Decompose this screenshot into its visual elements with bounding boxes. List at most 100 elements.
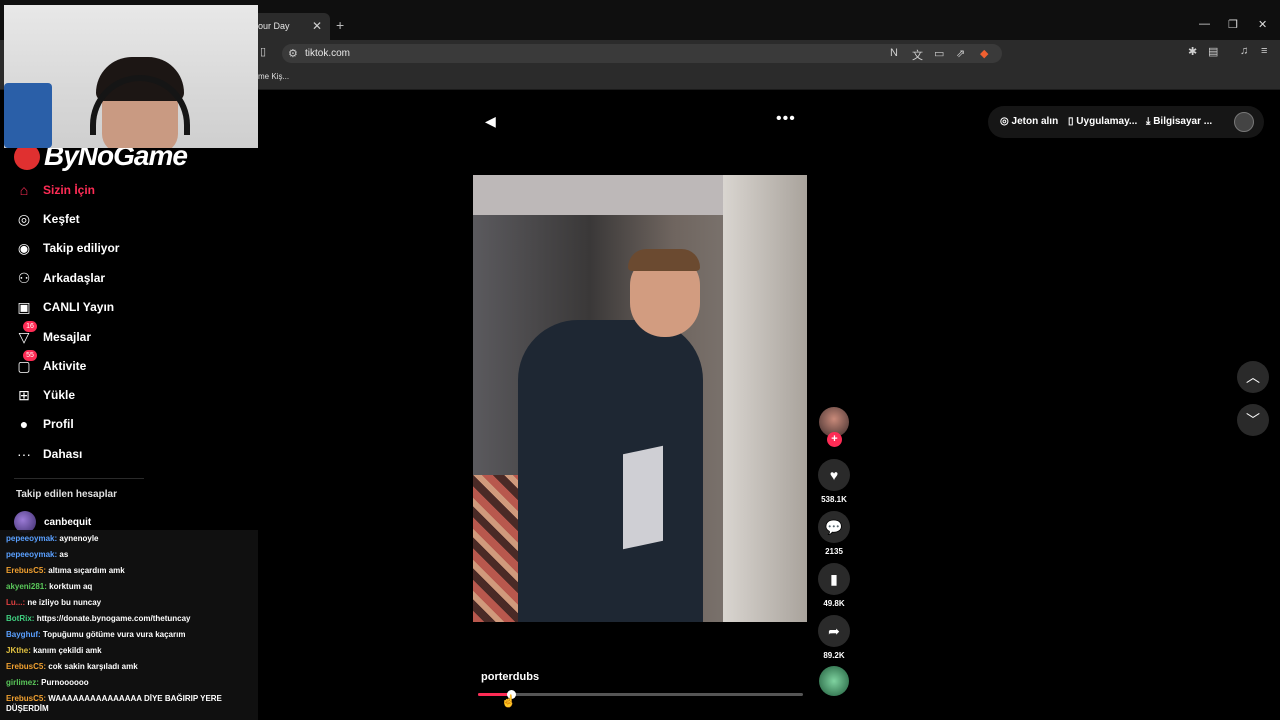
chat-message: ErebusC5: altıma sıçardım amk — [6, 566, 250, 576]
more-icon: ··· — [17, 446, 31, 462]
video-player[interactable] — [473, 175, 807, 622]
sidebar-item-label: Mesajlar — [43, 330, 92, 344]
url-text: tiktok.com — [305, 48, 351, 59]
chat-message: akyeni281: korktum aq — [6, 582, 250, 592]
translate-icon[interactable]: 文 — [912, 47, 923, 63]
sidebar-item-label: Aktivite — [43, 359, 87, 373]
next-video-button[interactable]: ﹀ — [1237, 404, 1269, 436]
live-tv-icon: ▣ — [17, 298, 31, 315]
like-count: 538.1K — [821, 495, 847, 504]
sidebar-item-label: CANLI Yayın — [43, 300, 115, 314]
video-author[interactable]: porterdubs — [481, 671, 539, 683]
webcam-overlay — [4, 5, 258, 148]
sidebar-item-messages[interactable]: ▽ 16 Mesajlar — [14, 321, 92, 348]
stream-chat: pepeeoymak: aynenoyle pepeeoymak: as Ere… — [0, 530, 258, 720]
sidebar-item-label: Profil — [43, 417, 74, 431]
share-icon[interactable]: ⇗ — [956, 47, 965, 60]
friends-icon: ⚇ — [17, 269, 31, 286]
music-disc-icon[interactable] — [819, 666, 849, 696]
profile-icon: ● — [19, 416, 29, 432]
chat-user: girlimez: — [6, 678, 39, 687]
chat-user: pepeeoymak: — [6, 550, 58, 559]
bookmark-save-icon[interactable]: ▮ — [818, 563, 850, 595]
get-app-label: Uygulamay... — [1076, 116, 1138, 127]
phone-icon: ▯ — [1068, 116, 1074, 127]
sidebar-item-explore[interactable]: ◎ Keşfet — [14, 208, 80, 230]
download-icon: ⤓ — [1146, 116, 1151, 127]
sidebar-item-label: Keşfet — [43, 212, 80, 226]
activity-icon: ▢ 55 — [14, 350, 37, 376]
user-avatar[interactable] — [1234, 112, 1254, 132]
restore-button[interactable]: ❐ — [1228, 18, 1238, 31]
get-app-link[interactable]: ▯ Uygulamay... — [1068, 116, 1137, 127]
close-window-button[interactable]: ✕ — [1258, 18, 1267, 31]
chat-user: BotRix: — [6, 614, 35, 623]
video-person-hair — [628, 249, 700, 271]
reader-icon[interactable]: N — [890, 47, 898, 59]
sidebar-icon[interactable]: ▤ — [1208, 45, 1218, 58]
minimize-button[interactable]: — — [1199, 18, 1210, 30]
previous-video-button[interactable]: ︿ — [1237, 361, 1269, 393]
sidebar-item-following[interactable]: ◉ Takip ediliyor — [14, 237, 120, 259]
save-count: 49.8K — [823, 599, 845, 608]
coin-icon: ◎ — [1000, 116, 1009, 127]
get-coins-link[interactable]: ◎ Jeton alın — [1000, 116, 1058, 127]
browser-tab[interactable]: our Day ✕ — [248, 13, 330, 41]
activity-badge: 55 — [23, 350, 37, 361]
chat-user: ErebusC5: — [6, 694, 47, 703]
cast-icon[interactable]: ▭ — [934, 47, 944, 60]
tab-close-icon[interactable]: ✕ — [312, 19, 322, 33]
volume-icon[interactable]: ◀ — [485, 113, 496, 130]
chat-user: ErebusC5: — [6, 566, 47, 575]
chat-user: JKthe: — [6, 646, 31, 655]
sidebar-item-live[interactable]: ▣ CANLI Yayın — [14, 296, 114, 318]
chat-message: girlimez: Purnoooooo — [6, 678, 250, 688]
follow-button[interactable]: + — [827, 432, 842, 447]
sidebar-item-friends[interactable]: ⚇ Arkadaşlar — [14, 267, 105, 289]
chat-text: altıma sıçardım amk — [48, 566, 125, 575]
like-action[interactable]: ♥ 538.1K — [818, 459, 850, 504]
save-action[interactable]: ▮ 49.8K — [818, 563, 850, 608]
brave-shield-icon[interactable]: ◆ — [980, 47, 988, 60]
chat-text: aynenoyle — [59, 534, 99, 543]
share-count: 89.2K — [823, 651, 845, 660]
chat-user: Lu...: — [6, 598, 26, 607]
media-icon[interactable]: ♫ — [1240, 45, 1248, 57]
share-arrow-icon[interactable]: ➦ — [818, 615, 850, 647]
share-action[interactable]: ➦ 89.2K — [818, 615, 850, 660]
chat-user: akyeni281: — [6, 582, 47, 591]
sidebar-item-for-you[interactable]: ⌂ Sizin İçin — [14, 179, 95, 201]
site-settings-icon[interactable]: ⚙ — [288, 47, 298, 60]
upload-icon: ⊞ — [18, 386, 30, 403]
chat-user: Bayghuf: — [6, 630, 41, 639]
video-progress-bar[interactable] — [478, 690, 803, 699]
sidebar-item-upload[interactable]: ⊞ Yükle — [14, 384, 75, 406]
following-account-name: canbequit — [44, 516, 92, 528]
bookmark-item[interactable]: me Kiş... — [258, 72, 289, 81]
chat-text: as — [59, 550, 69, 559]
extensions-icon[interactable]: ✱ — [1188, 45, 1197, 58]
sidebar-item-activity[interactable]: ▢ 55 Aktivite — [14, 350, 87, 377]
sidebar-item-profile[interactable]: ● Profil — [14, 413, 74, 435]
chat-message: ErebusC5: WAAAAAAAAAAAAAAA DİYE BAĞIRIP … — [6, 694, 250, 714]
address-bar[interactable]: ⚙ tiktok.com N 文 ▭ ⇗ ◆ — [282, 44, 1002, 63]
desktop-app-link[interactable]: ⤓ Bilgisayar ... — [1146, 116, 1212, 127]
menu-icon[interactable]: ≡ — [1261, 45, 1267, 57]
video-person-body — [518, 320, 703, 622]
more-options-icon[interactable]: ••• — [776, 110, 796, 128]
sidebar-item-label: Takip ediliyor — [43, 241, 120, 255]
chat-text: https://donate.bynogame.com/thetuncay — [36, 614, 191, 623]
new-tab-button[interactable]: + — [336, 17, 344, 33]
chat-text: cok sakin karşıladı amk — [48, 662, 138, 671]
messages-icon: ▽ 16 — [14, 321, 37, 347]
sidebar-item-label: Dahası — [43, 447, 83, 461]
heart-icon[interactable]: ♥ — [818, 459, 850, 491]
comment-icon[interactable]: 💬 — [818, 511, 850, 543]
chat-message: pepeeoymak: aynenoyle — [6, 534, 250, 544]
bookmark-icon[interactable]: ▯ — [260, 45, 266, 58]
sidebar-item-more[interactable]: ··· Dahası — [14, 443, 82, 465]
comment-action[interactable]: 💬 2135 — [818, 511, 850, 556]
chat-text: Topuğumu götüme vura vura kaçarım — [42, 630, 186, 639]
chat-user: pepeeoymak: — [6, 534, 58, 543]
chevron-down-icon: ﹀ — [1246, 412, 1260, 428]
